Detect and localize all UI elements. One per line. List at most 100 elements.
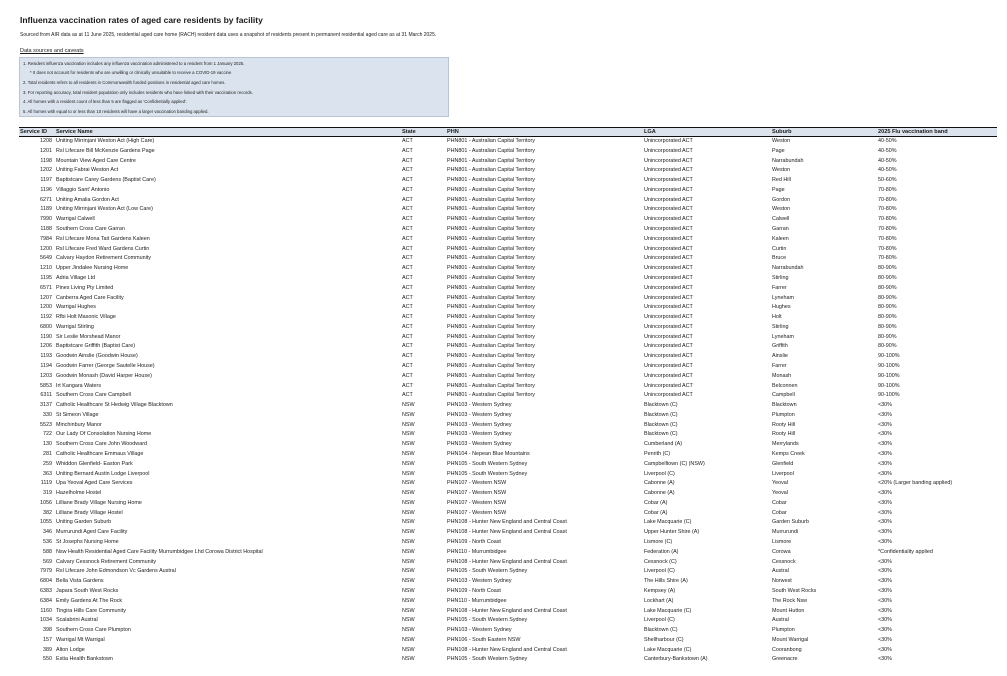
cell-service-id: 722 (43, 431, 52, 438)
cell-service-name: Uniting Fabrai Weston Act (56, 167, 119, 174)
cell-phn: PHN801 - Australian Capital Territory (447, 392, 535, 399)
cell-service-name: Rsl Lifecare John Edmondson Vc Gardens A… (56, 568, 176, 575)
cell-phn: PHN801 - Australian Capital Territory (447, 362, 535, 369)
cell-lga: Unincorporated ACT (644, 138, 693, 144)
cell-service-id: 1055 (40, 519, 52, 526)
cell-suburb: Merrylands (772, 441, 799, 448)
cell-lga: Liverpool (C) (644, 617, 675, 624)
cell-vaccination-band: <30% (878, 411, 892, 418)
cell-phn: PHN801 - Australian Capital Territory (447, 245, 535, 252)
cell-phn: PHN801 - Australian Capital Territory (447, 382, 535, 389)
cell-lga: Liverpool (C) (644, 568, 675, 575)
cell-lga: Unincorporated ACT (644, 167, 693, 174)
cell-suburb: Garran (772, 226, 789, 233)
cell-lga: Cabonne (A) (644, 480, 675, 487)
cell-phn: PHN107 - Western NSW (447, 499, 507, 506)
cell-suburb: Campbell (772, 392, 795, 399)
cell-service-id: 346 (43, 529, 52, 536)
cell-suburb: Kemps Creek (772, 451, 805, 457)
cell-lga: Unincorporated ACT (644, 333, 693, 340)
cell-phn: PHN108 - Hunter New England and Central … (447, 529, 567, 536)
cell-phn: PHN109 - North Coast (447, 587, 501, 594)
table-row: 1192 Rfbi Holt Masonic Village ACT PHN801 -… (19, 313, 997, 323)
cell-service-id: 1200 (40, 304, 52, 311)
notes-heading: Data sources and caveats (20, 48, 84, 54)
cell-suburb: Murrurundi (772, 529, 799, 536)
table-row: 1034 Scalabrini Austral NSW PHN105 - South … (19, 616, 997, 626)
cell-vaccination-band: <30% (878, 402, 892, 409)
cell-service-id: 382 (43, 509, 52, 516)
cell-suburb: Red Hill (772, 177, 791, 184)
cell-state: ACT (402, 323, 413, 330)
cell-service-id: 550 (43, 656, 52, 663)
cell-lga: Unincorporated ACT (644, 382, 693, 389)
cell-suburb: Belconnen (772, 382, 798, 389)
cell-service-name: Goodwin Farrer (George Sautelle House) (56, 362, 155, 369)
cell-service-name: Southern Cross Care Campbell (56, 392, 131, 399)
cell-state: NSW (402, 646, 415, 653)
cell-suburb: Rooty Hill (772, 431, 796, 438)
cell-lga: Unincorporated ACT (644, 216, 693, 223)
cell-lga: Liverpool (C) (644, 470, 675, 477)
cell-service-id: 1160 (40, 607, 52, 614)
cell-state: NSW (402, 460, 415, 467)
cell-suburb: Yeoval (772, 480, 788, 487)
cell-vaccination-band: 70-80% (878, 235, 897, 242)
cell-vaccination-band: 90-100% (878, 353, 900, 360)
cell-state: NSW (402, 411, 415, 418)
cell-state: NSW (402, 636, 415, 643)
cell-suburb: Curtin (772, 245, 787, 252)
table-row: 722 Our Lady Of Consolation Nursing Home N… (19, 430, 997, 440)
cell-phn: PHN801 - Australian Capital Territory (447, 196, 535, 203)
cell-phn: PHN801 - Australian Capital Territory (447, 304, 535, 311)
cell-service-id: 1206 (40, 343, 52, 350)
cell-state: NSW (402, 431, 415, 438)
table-row: 536 St Josephs Nursing Home NSW PHN109 - No… (19, 538, 997, 548)
cell-lga: Lake Macquarie (C) (644, 607, 692, 614)
cell-suburb: Mount Hutton (772, 607, 805, 614)
cell-state: NSW (402, 587, 415, 594)
cell-vaccination-band: <20% (Larger banding applied) (878, 480, 953, 487)
cell-state: ACT (402, 274, 413, 281)
cell-phn: PHN103 - Western Sydney (447, 578, 512, 585)
cell-suburb: Stirling (772, 274, 789, 281)
cell-service-name: Rsl Lifecare Bill McKenzie Gardens Page (56, 147, 155, 154)
cell-service-name: Minchinbury Manor (56, 421, 102, 428)
cell-state: ACT (402, 255, 413, 262)
table-row: 1198 Mountain View Aged Care Centre ACT PHN… (19, 157, 997, 167)
cell-phn: PHN106 - South Eastern NSW (447, 636, 521, 643)
cell-state: ACT (402, 245, 413, 252)
cell-vaccination-band: 90-100% (878, 362, 900, 369)
cell-service-id: 3137 (40, 402, 52, 409)
cell-vaccination-band: 80-90% (878, 304, 897, 311)
cell-service-id: 1034 (40, 617, 52, 624)
cell-lga: Cobar (A) (644, 499, 668, 506)
table-row: 1200 Rsl Lifecare Fred Ward Gardens Curti… (19, 245, 997, 255)
cell-lga: Canterbury-Bankstown (A) (644, 656, 708, 663)
cell-service-id: 1201 (40, 147, 52, 154)
cell-service-id: 6384 (40, 597, 52, 604)
cell-lga: Unincorporated ACT (644, 245, 693, 252)
cell-suburb: Kaleen (772, 235, 789, 242)
cell-vaccination-band: <30% (878, 470, 892, 477)
cell-vaccination-band: 70-80% (878, 226, 897, 233)
cell-state: ACT (402, 167, 413, 174)
cell-state: NSW (402, 597, 415, 604)
cell-vaccination-band: 80-90% (878, 265, 897, 272)
cell-service-name: Uniting Mirrinjani Weston Act (High Care… (56, 138, 155, 144)
cell-suburb: Weston (772, 206, 791, 213)
cell-phn: PHN801 - Australian Capital Territory (447, 186, 535, 193)
cell-lga: Blacktown (C) (644, 411, 678, 418)
cell-vaccination-band: 80-90% (878, 323, 897, 330)
cell-phn: PHN108 - Hunter New England and Central … (447, 646, 567, 653)
cell-phn: PHN109 - North Coast (447, 539, 501, 546)
cell-service-id: 7990 (40, 216, 52, 223)
cell-vaccination-band: 40-50% (878, 138, 897, 144)
cell-phn: PHN105 - South Western Sydney (447, 568, 528, 575)
table-row: 1197 Baptistcare Carey Gardens (Baptist C… (19, 176, 997, 186)
cell-vaccination-band: 70-80% (878, 196, 897, 203)
cell-state: ACT (402, 226, 413, 233)
column-header-lga: LGA (643, 127, 771, 137)
cell-lga: Unincorporated ACT (644, 372, 693, 379)
table-body: 1208 Uniting Mirrinjani Weston Act (High … (19, 137, 997, 666)
